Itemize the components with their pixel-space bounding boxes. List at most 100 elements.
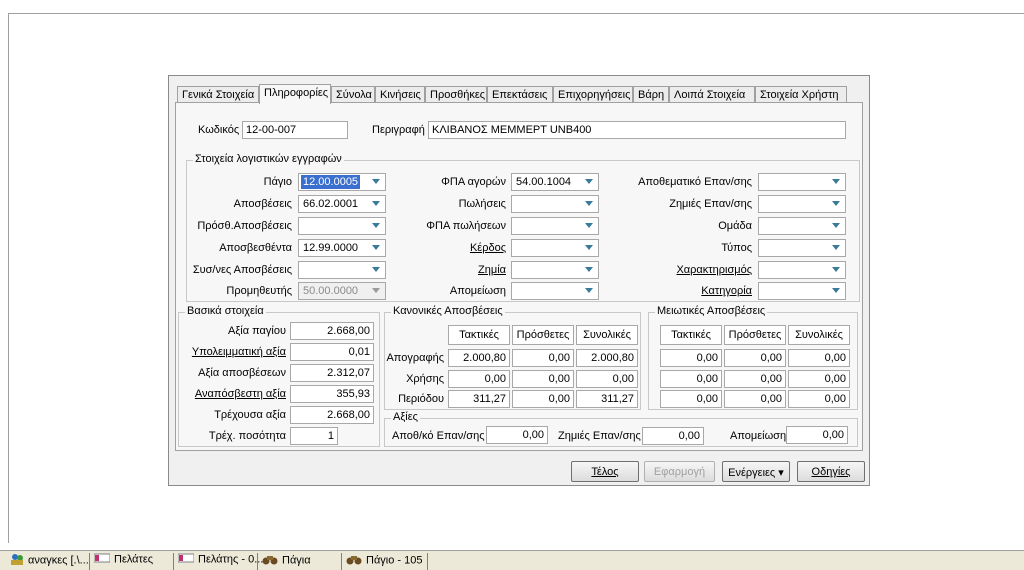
- revaluation-reserve-label: Αποθεματικό Επαν/σης: [638, 176, 752, 188]
- impairment-value-field[interactable]: 0,00: [786, 426, 848, 444]
- revaluation-reserve-value-field[interactable]: 0,00: [486, 426, 548, 444]
- reduced-inventory-additional[interactable]: 0,00: [724, 349, 786, 367]
- reduced-year-total[interactable]: 0,00: [788, 370, 850, 388]
- residual-value-field[interactable]: 0,01: [290, 343, 374, 361]
- type-combo[interactable]: [758, 239, 846, 257]
- normal-inventory-additional[interactable]: 0,00: [512, 349, 574, 367]
- normal-year-total[interactable]: 0,00: [576, 370, 638, 388]
- chevron-down-icon[interactable]: [369, 219, 384, 233]
- tab-movements[interactable]: Κινήσεις: [375, 86, 425, 103]
- basic-data-title: Βασικά στοιχεία: [185, 305, 266, 317]
- reduced-period-regular[interactable]: 0,00: [660, 390, 722, 408]
- accumulated-depreciation-combo[interactable]: [298, 261, 386, 279]
- group-combo[interactable]: [758, 217, 846, 235]
- description-label: Περιγραφή: [372, 124, 425, 136]
- additional-depreciation-combo[interactable]: [298, 217, 386, 235]
- actions-button[interactable]: Ενέργειες ▾: [722, 461, 790, 482]
- taskbar-item-assets[interactable]: Πάγια: [258, 553, 342, 570]
- reduced-period-total[interactable]: 0,00: [788, 390, 850, 408]
- tab-general[interactable]: Γενικά Στοιχεία: [177, 86, 259, 103]
- normal-period-total[interactable]: 311,27: [576, 390, 638, 408]
- current-quantity-field[interactable]: 1: [290, 427, 338, 445]
- tab-subsidies[interactable]: Επιχορηγήσεις: [553, 86, 633, 103]
- loss-combo[interactable]: [511, 261, 599, 279]
- taskbar-item-needs[interactable]: αναγκες [.\...: [6, 553, 90, 570]
- tab-extensions[interactable]: Επεκτάσεις: [487, 86, 553, 103]
- characterization-combo[interactable]: [758, 261, 846, 279]
- revaluation-reserve-combo[interactable]: [758, 173, 846, 191]
- current-value-field[interactable]: 2.668,00: [290, 406, 374, 424]
- reduced-year-additional[interactable]: 0,00: [724, 370, 786, 388]
- profit-combo[interactable]: [511, 239, 599, 257]
- undepreciated-value-label: Αναπόσβεστη αξία: [194, 388, 286, 400]
- chevron-down-icon[interactable]: [829, 284, 844, 298]
- chevron-down-icon[interactable]: [829, 175, 844, 189]
- apply-button[interactable]: Εφαρμογή: [644, 461, 715, 482]
- reduced-year-regular[interactable]: 0,00: [660, 370, 722, 388]
- asset-value-field[interactable]: 2.668,00: [290, 322, 374, 340]
- normal-header-regular: Τακτικές: [448, 325, 510, 345]
- chevron-down-icon[interactable]: [369, 263, 384, 277]
- depreciated-account-combo[interactable]: 12.99.0000: [298, 239, 386, 257]
- revaluation-losses-combo[interactable]: [758, 195, 846, 213]
- taskbar-item-customer[interactable]: Πελάτης - 0...: [174, 553, 263, 570]
- normal-inventory-regular[interactable]: 2.000,80: [448, 349, 510, 367]
- tab-information[interactable]: Πληροφορίες: [259, 84, 331, 104]
- vat-purchases-combo[interactable]: 54.00.1004: [511, 173, 599, 191]
- tab-user-data[interactable]: Στοιχεία Χρήστη: [755, 86, 847, 103]
- reduced-inventory-total[interactable]: 0,00: [788, 349, 850, 367]
- window-frame-left-border: [8, 13, 9, 543]
- depreciation-account-combo[interactable]: 66.02.0001: [298, 195, 386, 213]
- normal-year-additional[interactable]: 0,00: [512, 370, 574, 388]
- tab-liens[interactable]: Βάρη: [633, 86, 669, 103]
- chevron-down-icon[interactable]: [369, 175, 384, 189]
- normal-depreciation-title: Κανονικές Αποσβέσεις: [391, 305, 505, 317]
- end-button[interactable]: Τέλος: [571, 461, 639, 482]
- chevron-down-icon[interactable]: [582, 284, 597, 298]
- normal-year-regular[interactable]: 0,00: [448, 370, 510, 388]
- taskbar-item-customers[interactable]: Πελάτες: [90, 553, 174, 570]
- sales-value: [514, 197, 518, 199]
- revaluation-losses-value-field[interactable]: 0,00: [642, 427, 704, 445]
- tab-totals[interactable]: Σύνολα: [331, 86, 375, 103]
- chevron-down-icon[interactable]: [829, 197, 844, 211]
- window-icon: [177, 553, 195, 566]
- revaluation-losses-label: Ζημιές Επαν/σης: [669, 198, 752, 210]
- normal-header-total: Συνολικές: [576, 325, 638, 345]
- taskbar-item-asset[interactable]: Πάγιο - 105: [342, 553, 428, 570]
- reduced-inventory-regular[interactable]: 0,00: [660, 349, 722, 367]
- window-icon: [93, 553, 111, 566]
- tab-additions[interactable]: Προσθήκες: [425, 86, 487, 103]
- asset-account-combo[interactable]: 12.00.0005: [298, 173, 386, 191]
- chevron-down-icon[interactable]: [582, 263, 597, 277]
- caret-down-icon: ▾: [778, 467, 784, 479]
- help-button[interactable]: Οδηγίες: [797, 461, 865, 482]
- chevron-down-icon[interactable]: [582, 241, 597, 255]
- chevron-down-icon[interactable]: [369, 197, 384, 211]
- chevron-down-icon[interactable]: [582, 219, 597, 233]
- tab-other-data[interactable]: Λοιπά Στοιχεία: [669, 86, 755, 103]
- depreciation-value-field[interactable]: 2.312,07: [290, 364, 374, 382]
- sales-combo[interactable]: [511, 195, 599, 213]
- chevron-down-icon[interactable]: [829, 219, 844, 233]
- accumulated-depreciation-label: Συσ/νες Αποσβέσεις: [192, 264, 292, 276]
- undepreciated-value-field[interactable]: 355,93: [290, 385, 374, 403]
- code-field[interactable]: 12-00-007: [242, 121, 348, 139]
- reduced-period-additional[interactable]: 0,00: [724, 390, 786, 408]
- impairment-account-combo[interactable]: [511, 282, 599, 300]
- supplier-combo[interactable]: 50.00.0000: [298, 282, 386, 300]
- normal-period-additional[interactable]: 0,00: [512, 390, 574, 408]
- information-panel: Κωδικός 12-00-007 Περιγραφή ΚΛΙΒΑΝΟΣ ΜΕΜ…: [175, 102, 863, 451]
- chevron-down-icon[interactable]: [369, 241, 384, 255]
- chevron-down-icon[interactable]: [829, 263, 844, 277]
- vat-sales-combo[interactable]: [511, 217, 599, 235]
- description-field[interactable]: ΚΛΙΒΑΝΟΣ ΜΕΜΜΕΡΤ UNB400: [428, 121, 846, 139]
- normal-period-regular[interactable]: 311,27: [448, 390, 510, 408]
- binoculars-icon: [346, 553, 362, 568]
- category-combo[interactable]: [758, 282, 846, 300]
- chevron-down-icon[interactable]: [369, 284, 384, 298]
- chevron-down-icon[interactable]: [582, 175, 597, 189]
- chevron-down-icon[interactable]: [582, 197, 597, 211]
- normal-inventory-total[interactable]: 2.000,80: [576, 349, 638, 367]
- chevron-down-icon[interactable]: [829, 241, 844, 255]
